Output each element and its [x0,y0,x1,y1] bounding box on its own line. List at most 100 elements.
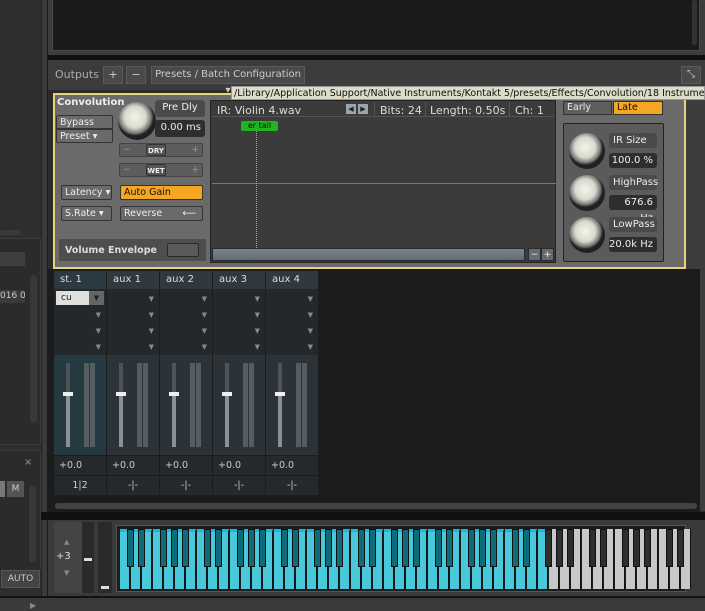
output-assign-dropdown[interactable]: ▼ [107,339,159,355]
fader-handle[interactable] [169,392,179,396]
er-tail-marker[interactable]: er tail [241,121,278,131]
channel-routing[interactable]: 1|2 [54,475,106,495]
output-assign-dropdown[interactable]: ▼ [54,339,106,355]
channel-routing[interactable]: -|- [107,475,159,495]
black-key[interactable] [589,529,596,567]
black-key[interactable] [391,529,398,567]
black-key[interactable] [633,529,640,567]
tab-late[interactable]: Late [613,101,663,115]
black-key[interactable] [402,529,409,567]
fader-handle[interactable] [63,392,73,396]
output-assign-dropdown[interactable]: ▼ [107,307,159,323]
tab-early[interactable]: Early [563,101,612,115]
output-assign-dropdown[interactable]: ▼ [266,291,318,307]
black-key[interactable] [490,529,497,567]
rack-scrollbar[interactable] [692,0,697,45]
pitch-bend-handle[interactable] [84,558,92,561]
channel-name[interactable]: aux 1 [107,271,159,289]
wet-slider-handle[interactable]: WET [146,164,166,176]
channel-name[interactable]: aux 4 [266,271,318,289]
black-key[interactable] [259,529,266,567]
lowpass-knob[interactable] [569,217,605,253]
black-key[interactable] [182,529,189,567]
mod-wheel-handle[interactable] [101,586,109,589]
output-assign-dropdown[interactable]: ▼ [213,307,265,323]
preset-dropdown[interactable]: Preset ▾ [56,129,113,143]
channel-name[interactable]: st. 1 [54,271,106,289]
prev-ir-button[interactable]: ◀ [346,104,356,114]
channel-routing[interactable]: -|- [160,475,212,495]
left-list-item-date[interactable]: 016 0 [0,290,25,303]
output-assign-dropdown[interactable]: ▼ [266,339,318,355]
output-assign-dropdown[interactable]: ▼ [213,339,265,355]
output-assign-dropdown[interactable]: ▼ [54,307,106,323]
black-key[interactable] [248,529,255,567]
auto-gain-button[interactable]: Auto Gain [120,185,203,200]
er-tail-marker-line[interactable] [256,121,257,248]
black-key[interactable] [435,529,442,567]
black-key[interactable] [314,529,321,567]
zoom-in-button[interactable]: + [541,248,554,261]
octave-down-icon[interactable]: ▼ [64,569,69,577]
output-assign-dropdown[interactable]: ▼ [266,323,318,339]
output-assign-dropdown[interactable]: ▼ [213,323,265,339]
solo-button[interactable] [0,481,5,497]
sample-rate-dropdown[interactable]: S.Rate ▾ [61,206,112,221]
black-key[interactable] [369,529,376,567]
fader-handle[interactable] [116,392,126,396]
zoom-out-button[interactable]: − [528,248,541,261]
black-key[interactable] [479,529,486,567]
reverse-button[interactable]: Reverse ⟵ [120,206,203,221]
output-assign-dropdown[interactable]: ▼ [213,291,265,307]
next-ir-button[interactable]: ▶ [358,104,368,114]
output-select-field[interactable]: cu [56,291,89,305]
piano-keyboard[interactable] [116,525,691,592]
pre-delay-value[interactable]: 0.00 ms [155,120,205,137]
left-track-scrollbar[interactable] [29,485,36,563]
fader-handle[interactable] [275,392,285,396]
channel-name[interactable]: aux 2 [160,271,212,289]
output-assign-dropdown[interactable]: ▼ [266,307,318,323]
presets-batch-config-dropdown[interactable]: Presets / Batch Configuration ▾ [151,66,305,96]
collapse-icon[interactable]: ⤡ [681,66,701,84]
fader-handle[interactable] [222,392,232,396]
black-key[interactable] [512,529,519,567]
left-list-scrollbar[interactable] [30,275,37,423]
black-key[interactable] [127,529,134,567]
black-key[interactable] [622,529,629,567]
channel-gain[interactable]: +0.0 [160,455,212,475]
black-key[interactable] [556,529,563,567]
mixer-scrollbar[interactable] [55,503,697,509]
close-icon[interactable]: × [24,457,32,468]
channel-gain[interactable]: +0.0 [107,455,159,475]
remove-output-button[interactable]: − [126,66,146,84]
mod-wheel[interactable] [98,522,112,593]
black-key[interactable] [446,529,453,567]
wet-slider[interactable]: − + WET [119,163,203,177]
black-key[interactable] [325,529,332,567]
channel-routing[interactable]: -|- [213,475,265,495]
ir-size-value[interactable]: 100.0 % [609,153,657,168]
output-assign-dropdown[interactable]: ▼ [160,339,212,355]
black-key[interactable] [292,529,299,567]
ir-scrollbar[interactable] [212,248,525,261]
black-key[interactable] [413,529,420,567]
black-key[interactable] [171,529,178,567]
mute-button[interactable]: M [7,481,24,497]
highpass-knob[interactable] [569,175,605,211]
black-key[interactable] [358,529,365,567]
black-key[interactable] [523,529,530,567]
auto-button[interactable]: AUTO [1,570,40,588]
black-key[interactable] [567,529,574,567]
black-key[interactable] [468,529,475,567]
bypass-button[interactable]: Bypass [56,115,113,129]
black-key[interactable] [204,529,211,567]
channel-name[interactable]: aux 3 [213,271,265,289]
octave-up-icon[interactable]: ▲ [64,538,69,546]
black-key[interactable] [666,529,673,567]
left-scrollbar-horizontal[interactable] [0,230,20,235]
black-key[interactable] [138,529,145,567]
black-key[interactable] [160,529,167,567]
lowpass-value[interactable]: 20.0k Hz [609,237,657,252]
output-assign-dropdown[interactable]: ▼ [160,323,212,339]
